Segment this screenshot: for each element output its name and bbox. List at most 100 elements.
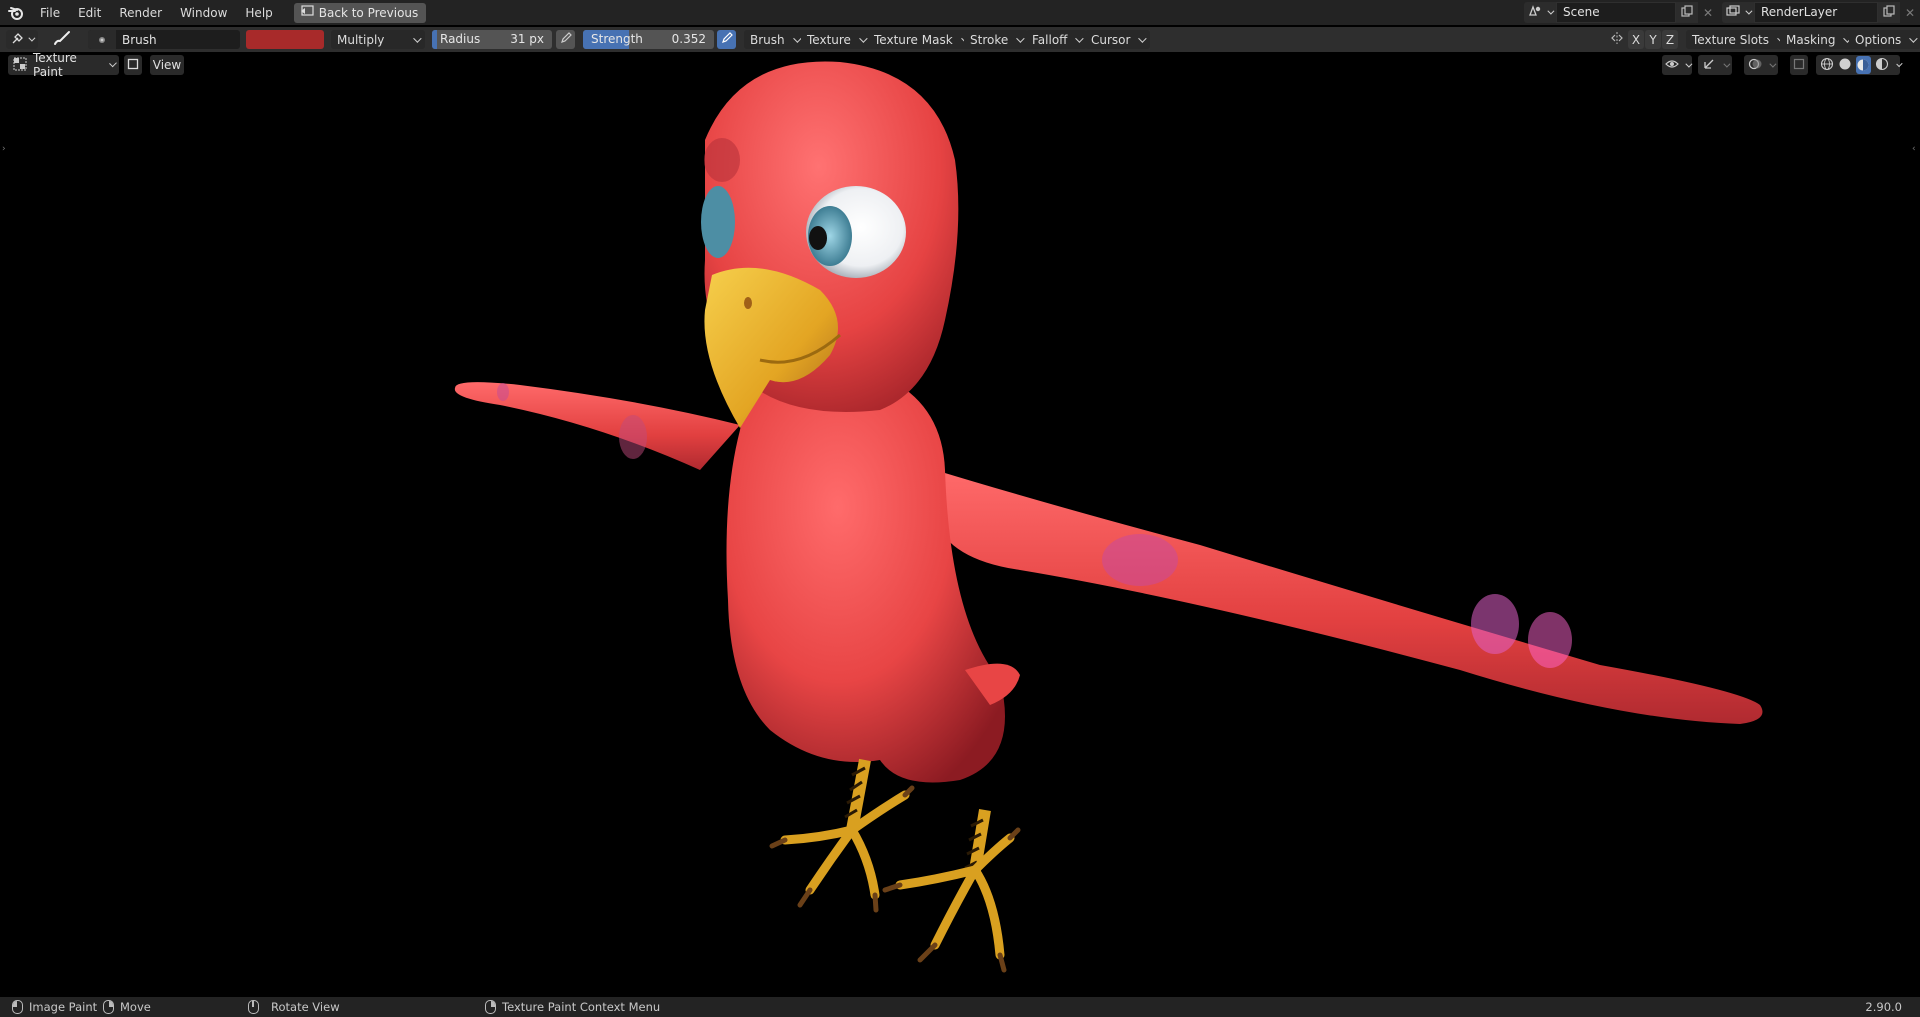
brush-tool-button[interactable] [50,29,74,50]
brush-color-swatch[interactable] [246,30,324,49]
wireframe-shading-icon[interactable] [1820,57,1834,74]
texture-mask-panel-label: Texture Mask [874,32,953,47]
menu-render[interactable]: Render [110,3,171,23]
menu-window[interactable]: Window [171,3,236,23]
view-menu[interactable]: View [150,55,184,75]
gizmo-dropdown[interactable] [1698,55,1732,75]
brush-panel-dropdown[interactable]: Brush [744,30,805,49]
mirror-icon [1610,31,1624,48]
radius-slider[interactable]: Radius 31 px [432,30,552,49]
menu-file[interactable]: File [31,3,69,23]
close-icon: ✕ [1904,5,1916,20]
xray-icon [1793,58,1805,73]
chevron-down-icon [1684,60,1692,68]
back-to-previous-button[interactable]: Back to Previous [293,2,427,23]
chevron-down-icon [1909,33,1918,43]
delete-view-layer-button[interactable]: ✕ [1900,2,1920,23]
radius-pressure-button[interactable] [556,30,575,49]
overlays-dropdown[interactable] [1744,55,1778,75]
stroke-panel-label: Stroke [970,32,1009,47]
top-menu-bar: File Edit Render Window Help Back to Pre… [0,0,1920,25]
solid-shading-icon[interactable] [1838,57,1852,74]
mouse-middle-icon [248,1000,259,1014]
chevron-down-icon [859,33,868,43]
tool-picker-button[interactable] [6,30,38,49]
blend-mode-dropdown[interactable]: Multiply [331,30,425,49]
paint-mask-toggle[interactable] [124,55,142,75]
mode-dropdown[interactable]: Texture Paint [8,51,119,79]
face-mask-icon [127,58,139,73]
chevron-down-icon [1016,33,1025,43]
texture-panel-label: Texture [807,32,851,47]
pen-pressure-icon [721,32,733,47]
mirror-x-toggle[interactable]: X [1628,30,1644,49]
strength-pressure-button[interactable] [717,30,736,49]
strength-value: 0.352 [671,32,706,46]
viewport-header: Texture Paint View [0,51,1920,79]
parrot-legs [769,758,1021,973]
screen-back-icon [300,5,314,20]
status-left-click-label: Image Paint [29,1000,98,1014]
cursor-panel-label: Cursor [1091,32,1131,47]
radius-label: Radius [440,32,481,46]
new-view-layer-button[interactable] [1878,2,1900,23]
back-to-previous-label: Back to Previous [318,5,419,20]
mirror-z-toggle[interactable]: Z [1662,30,1678,49]
scene-name-field[interactable]: Scene [1556,2,1676,23]
brush-preview-icon [88,30,116,49]
view-layer-name-field[interactable]: RenderLayer [1754,2,1878,23]
symmetry-mirror-button[interactable] [1607,30,1626,49]
blender-logo-icon[interactable] [7,4,25,22]
rendered-shading-icon[interactable] [1875,57,1889,74]
status-right-drag: Move [103,997,151,1017]
toolbar-expand-arrow-icon[interactable]: › [2,144,8,154]
eye-icon [1664,58,1679,72]
view-layer-browse-button[interactable] [1722,2,1754,23]
material-preview-shading-icon[interactable] [1856,56,1871,74]
status-right-drag-label: Move [120,1000,151,1014]
chevron-down-icon [1723,60,1731,68]
menu-help[interactable]: Help [236,3,281,23]
options-dropdown[interactable]: Options [1849,30,1920,49]
falloff-panel-dropdown[interactable]: Falloff [1026,30,1088,49]
chevron-down-icon [1075,33,1085,43]
xray-toggle[interactable] [1790,55,1808,75]
chevron-down-icon [1547,7,1555,15]
chevron-down-icon [1896,60,1903,67]
radius-value: 31 px [510,32,544,46]
chevron-down-icon [108,59,117,68]
paintbrush-icon [53,30,71,49]
texture-paint-mode-icon [13,57,27,74]
selectability-visibility-dropdown[interactable] [1662,55,1692,75]
texture-paint-tool-icon [11,31,25,48]
duplicate-icon [1681,5,1693,20]
blend-mode-label: Multiply [337,32,385,47]
strength-label: Strength [591,32,643,46]
mouse-right-icon [485,1000,496,1014]
cursor-panel-dropdown[interactable]: Cursor [1085,30,1151,49]
menu-edit[interactable]: Edit [69,3,110,23]
sidebar-expand-arrow-icon[interactable]: ‹ [1912,144,1918,154]
texture-slots-dropdown[interactable]: Texture Slots [1686,30,1789,49]
texture-panel-dropdown[interactable]: Texture [801,30,871,49]
mouse-drag-icon [103,1000,114,1014]
new-scene-button[interactable] [1676,2,1698,23]
status-bar: Image Paint Move Rotate View Texture Pai… [0,997,1920,1017]
overlays-icon [1748,57,1762,74]
delete-scene-button[interactable]: ✕ [1698,2,1718,23]
brush-name: Brush [122,32,157,47]
texture-slots-label: Texture Slots [1692,32,1769,47]
status-context-label: Texture Paint Context Menu [502,1000,661,1014]
strength-slider[interactable]: Strength 0.352 [583,30,714,49]
scene-browse-button[interactable] [1524,2,1556,23]
mirror-y-toggle[interactable]: Y [1645,30,1661,49]
version-label: 2.90.0 [1865,1000,1902,1014]
chevron-down-icon [413,33,422,43]
stroke-panel-dropdown[interactable]: Stroke [964,30,1029,49]
masking-dropdown[interactable]: Masking [1780,30,1856,49]
3d-viewport[interactable]: › ‹ [0,53,1920,997]
brush-panel-label: Brush [750,32,785,47]
texture-mask-panel-dropdown[interactable]: Texture Mask [868,30,973,49]
brush-selector[interactable]: Brush [88,30,240,49]
status-context: Texture Paint Context Menu [485,997,660,1017]
